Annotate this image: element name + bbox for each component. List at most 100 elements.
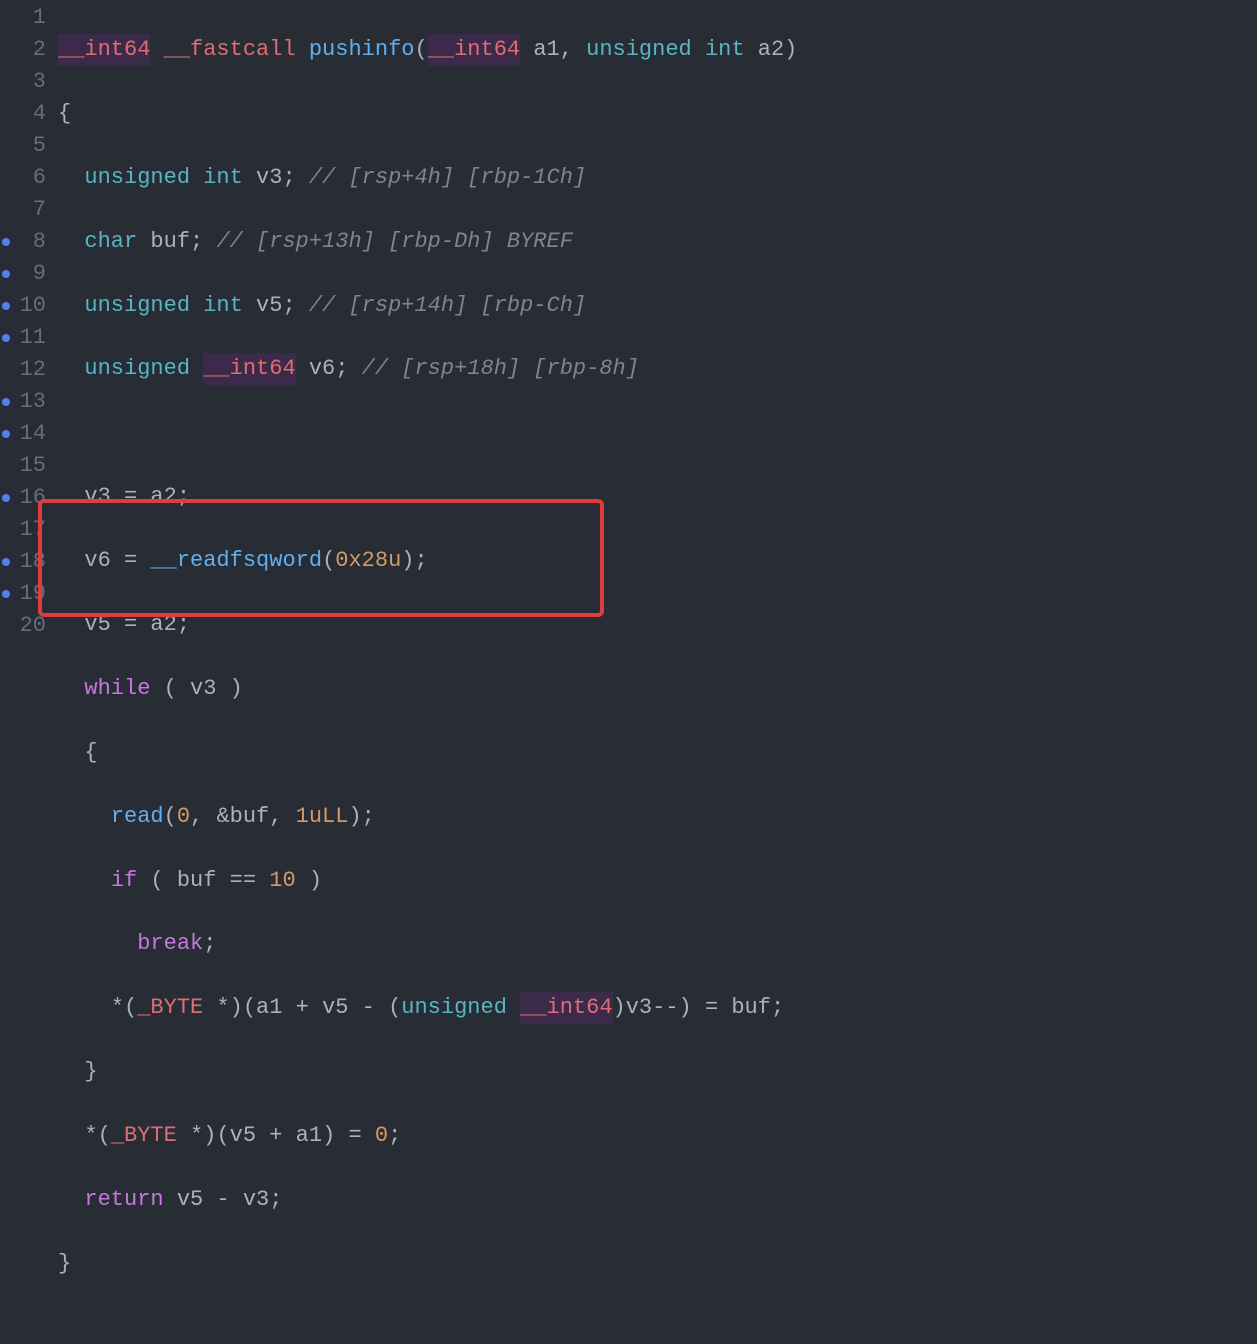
type-keyword: _BYTE [111,1120,177,1152]
code-line[interactable]: break; [58,928,797,960]
code-line[interactable]: unsigned int v5; // [rsp+14h] [rbp-Ch] [58,289,797,321]
line-number: 10 [4,290,46,322]
line-number: 20 [4,610,46,642]
code-editor[interactable]: 1 2 3 4 5 6 7 8 9 10 11 12 13 14 15 16 1… [0,0,1257,747]
code-line[interactable]: v6 = __readfsqword(0x28u); [58,545,797,577]
code-line[interactable]: *(_BYTE *)(a1 + v5 - (unsigned __int64)v… [58,992,797,1024]
variable: v5 [256,290,282,322]
variable: v5 [84,609,110,641]
function-call: __readfsqword [150,545,322,577]
variable: buf [177,865,217,897]
variable: buf [230,801,270,833]
line-number: 18 [4,546,46,578]
code-line[interactable]: v3 = a2; [58,481,797,513]
function-call: read [111,801,164,833]
breakpoint-icon[interactable] [2,270,10,278]
line-number: 8 [4,226,46,258]
number-literal: 0 [375,1120,388,1152]
line-number: 19 [4,578,46,610]
variable: a2 [150,609,176,641]
line-number: 3 [4,66,46,98]
keyword: while [84,673,150,705]
line-number: 7 [4,194,46,226]
type-keyword: int [203,290,243,322]
type-keyword: unsigned [401,992,507,1024]
variable: a1 [256,992,282,1024]
line-number: 2 [4,34,46,66]
comment: // [rsp+13h] [rbp-Dh] BYREF [216,226,572,258]
type-keyword: int [203,162,243,194]
variable: v6 [84,545,110,577]
code-line[interactable]: { [58,98,797,130]
line-number: 16 [4,482,46,514]
variable: v3 [84,481,110,513]
type-keyword: __int64 [58,34,150,66]
comment: // [rsp+4h] [rbp-1Ch] [309,162,586,194]
type-keyword: unsigned [84,353,190,385]
breakpoint-icon[interactable] [2,430,10,438]
type-keyword: int [705,34,745,66]
keyword: break [137,928,203,960]
line-number: 14 [4,418,46,450]
code-area[interactable]: __int64 __fastcall pushinfo(__int64 a1, … [54,0,797,747]
code-line[interactable]: read(0, &buf, 1uLL); [58,801,797,833]
code-line[interactable]: } [58,1056,797,1088]
line-number: 15 [4,450,46,482]
code-line[interactable]: __int64 __fastcall pushinfo(__int64 a1, … [58,34,797,66]
line-number: 11 [4,322,46,354]
number-literal: 10 [269,865,295,897]
breakpoint-icon[interactable] [2,398,10,406]
code-line[interactable]: unsigned __int64 v6; // [rsp+18h] [rbp-8… [58,353,797,385]
keyword: return [84,1184,163,1216]
code-line[interactable]: char buf; // [rsp+13h] [rbp-Dh] BYREF [58,226,797,258]
variable: v6 [309,353,335,385]
type-keyword: _BYTE [137,992,203,1024]
breakpoint-icon[interactable] [2,302,10,310]
type-keyword: char [84,226,137,258]
line-number: 12 [4,354,46,386]
type-keyword: __int64 [203,353,295,385]
code-line[interactable]: return v5 - v3; [58,1184,797,1216]
code-line[interactable]: } [58,1248,797,1280]
line-number: 1 [4,2,46,34]
breakpoint-icon[interactable] [2,558,10,566]
code-line[interactable]: if ( buf == 10 ) [58,864,797,896]
comment: // [rsp+14h] [rbp-Ch] [309,290,586,322]
param: a1 [533,34,559,66]
variable: v3 [190,673,216,705]
line-number: 5 [4,130,46,162]
comment: // [rsp+18h] [rbp-8h] [362,353,639,385]
line-number-gutter: 1 2 3 4 5 6 7 8 9 10 11 12 13 14 15 16 1… [0,0,54,747]
type-keyword: unsigned [586,34,692,66]
type-keyword: __int64 [520,992,612,1024]
variable: buf [731,992,771,1024]
code-line[interactable]: { [58,737,797,769]
type-keyword: unsigned [84,290,190,322]
type-keyword: unsigned [84,162,190,194]
number-literal: 0x28u [335,545,401,577]
param: a2 [758,34,784,66]
breakpoint-icon[interactable] [2,334,10,342]
number-literal: 1uLL [296,801,349,833]
breakpoint-icon[interactable] [2,590,10,598]
breakpoint-icon[interactable] [2,494,10,502]
line-number: 17 [4,514,46,546]
code-line[interactable]: v5 = a2; [58,609,797,641]
type-keyword: __int64 [428,34,520,66]
breakpoint-icon[interactable] [2,238,10,246]
code-line[interactable]: unsigned int v3; // [rsp+4h] [rbp-1Ch] [58,162,797,194]
number-literal: 0 [177,801,190,833]
variable: v5 [230,1120,256,1152]
variable: buf [150,226,190,258]
variable: v5 [322,992,348,1024]
code-line[interactable]: while ( v3 ) [58,673,797,705]
calling-convention: __fastcall [164,34,296,66]
code-line[interactable] [58,417,797,449]
variable: v3 [626,992,652,1024]
line-number: 9 [4,258,46,290]
line-number: 13 [4,386,46,418]
variable: v3 [256,162,282,194]
variable: v3 [243,1184,269,1216]
code-line[interactable]: *(_BYTE *)(v5 + a1) = 0; [58,1120,797,1152]
variable: v5 [177,1184,203,1216]
